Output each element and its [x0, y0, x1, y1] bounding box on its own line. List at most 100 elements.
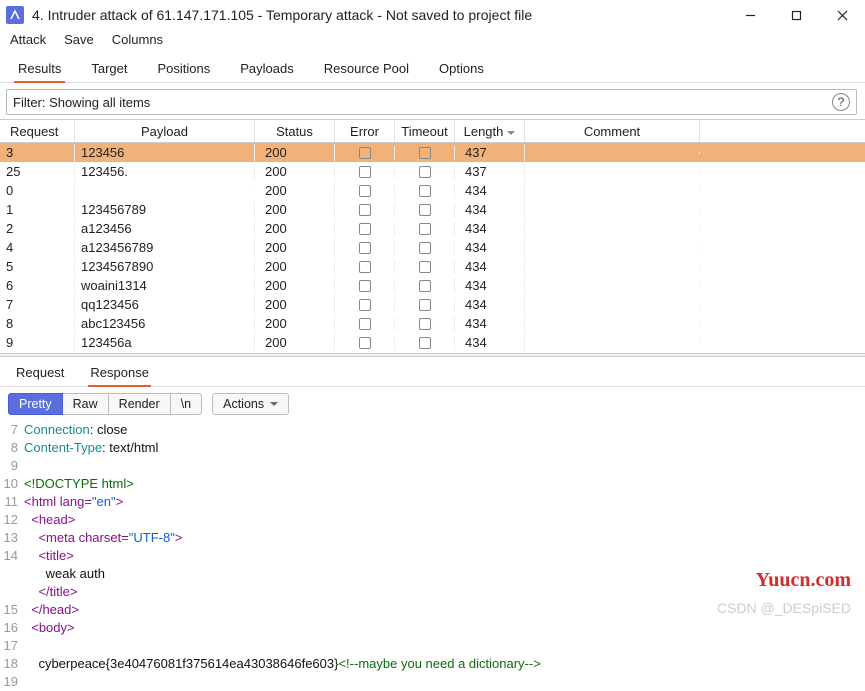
cell-comment [525, 342, 700, 344]
cell-length: 434 [455, 296, 525, 313]
line-code: cyberpeace{3e40476081f375614ea43038646fe… [24, 655, 541, 673]
table-row[interactable]: 3123456200 437 [0, 143, 865, 162]
line-number: 7 [0, 421, 24, 439]
cell-comment [525, 285, 700, 287]
col-error[interactable]: Error [335, 121, 395, 142]
table-row[interactable]: 51234567890200434 [0, 257, 865, 276]
titlebar: 4. Intruder attack of 61.147.171.105 - T… [0, 0, 865, 30]
table-row[interactable]: 7qq123456200434 [0, 295, 865, 314]
editor-line: 16 <body> [0, 619, 865, 637]
checkbox-icon [359, 204, 371, 216]
actions-dropdown[interactable]: Actions [212, 393, 289, 415]
view-raw-button[interactable]: Raw [63, 393, 109, 415]
response-editor[interactable]: 7Connection: close8Content-Type: text/ht… [0, 421, 865, 691]
cell-error [335, 260, 395, 274]
cell-request: 3 [0, 144, 75, 161]
cell-comment [525, 190, 700, 192]
editor-line: 9 [0, 457, 865, 475]
filter-bar[interactable]: Filter: Showing all items ? [6, 89, 857, 115]
table-header: Request Payload Status Error Timeout Len… [0, 119, 865, 143]
cell-error [335, 241, 395, 255]
cell-status: 200 [255, 334, 335, 351]
line-number: 12 [0, 511, 24, 529]
cell-length: 434 [455, 258, 525, 275]
table-row[interactable]: 0200434 [0, 181, 865, 200]
cell-length: 437 [455, 163, 525, 180]
table-row[interactable]: 2a123456200434 [0, 219, 865, 238]
line-code: <!DOCTYPE html> [24, 475, 134, 493]
close-button[interactable] [819, 0, 865, 30]
app-icon [6, 6, 24, 24]
table-row[interactable]: 8abc123456200434 [0, 314, 865, 333]
table-row[interactable]: 25123456.200437 [0, 162, 865, 181]
view-pretty-button[interactable]: Pretty [8, 393, 63, 415]
table-row[interactable]: 9123456a200434 [0, 333, 865, 352]
cell-comment [525, 323, 700, 325]
editor-line: </title> [0, 583, 865, 601]
cell-payload: 1234567890 [75, 258, 255, 275]
help-icon[interactable]: ? [832, 93, 850, 111]
menu-save[interactable]: Save [64, 32, 94, 47]
cell-payload: 123456 [75, 144, 255, 161]
menu-columns[interactable]: Columns [112, 32, 163, 47]
cell-status: 200 [255, 144, 335, 161]
cell-payload [75, 190, 255, 192]
cell-error [335, 336, 395, 350]
tab-results[interactable]: Results [14, 57, 65, 82]
checkbox-icon [419, 280, 431, 292]
view-render-button[interactable]: Render [109, 393, 171, 415]
cell-comment [525, 247, 700, 249]
tab-options[interactable]: Options [435, 57, 488, 82]
editor-line: weak auth [0, 565, 865, 583]
cell-timeout [395, 241, 455, 255]
tab-positions[interactable]: Positions [154, 57, 215, 82]
minimize-button[interactable] [727, 0, 773, 30]
cell-payload: a123456789 [75, 239, 255, 256]
checkbox-icon [359, 280, 371, 292]
col-comment[interactable]: Comment [525, 121, 700, 142]
table-row[interactable]: 6woaini1314200434 [0, 276, 865, 295]
editor-line: 12 <head> [0, 511, 865, 529]
cell-comment [525, 266, 700, 268]
tab-target[interactable]: Target [87, 57, 131, 82]
maximize-button[interactable] [773, 0, 819, 30]
cell-length: 434 [455, 334, 525, 351]
cell-length: 434 [455, 277, 525, 294]
cell-status: 200 [255, 277, 335, 294]
checkbox-icon [419, 147, 431, 159]
cell-request: 4 [0, 239, 75, 256]
cell-length: 437 [455, 144, 525, 161]
cell-timeout [395, 203, 455, 217]
editor-line: 8Content-Type: text/html [0, 439, 865, 457]
checkbox-icon [359, 337, 371, 349]
tab-resource-pool[interactable]: Resource Pool [320, 57, 413, 82]
line-code: </title> [24, 583, 77, 601]
cell-timeout [395, 279, 455, 293]
line-number: 9 [0, 457, 24, 475]
col-timeout[interactable]: Timeout [395, 121, 455, 142]
menu-attack[interactable]: Attack [10, 32, 46, 47]
line-number: 13 [0, 529, 24, 547]
editor-line: 17 [0, 637, 865, 655]
cell-length: 434 [455, 220, 525, 237]
cell-timeout [395, 336, 455, 350]
cell-timeout [395, 317, 455, 331]
subtab-response[interactable]: Response [88, 363, 151, 386]
line-number: 17 [0, 637, 24, 655]
col-length[interactable]: Length [455, 121, 525, 142]
tab-payloads[interactable]: Payloads [236, 57, 297, 82]
table-row[interactable]: 1123456789200434 [0, 200, 865, 219]
col-request[interactable]: Request [0, 121, 75, 142]
subtab-request[interactable]: Request [14, 363, 66, 386]
checkbox-icon [419, 166, 431, 178]
cell-status: 200 [255, 163, 335, 180]
checkbox-icon [419, 242, 431, 254]
cell-request: 7 [0, 296, 75, 313]
checkbox-icon [359, 261, 371, 273]
cell-error [335, 184, 395, 198]
checkbox-icon [359, 223, 371, 235]
table-row[interactable]: 4a123456789200434 [0, 238, 865, 257]
col-payload[interactable]: Payload [75, 121, 255, 142]
col-status[interactable]: Status [255, 121, 335, 142]
view-newline-button[interactable]: \n [171, 393, 202, 415]
